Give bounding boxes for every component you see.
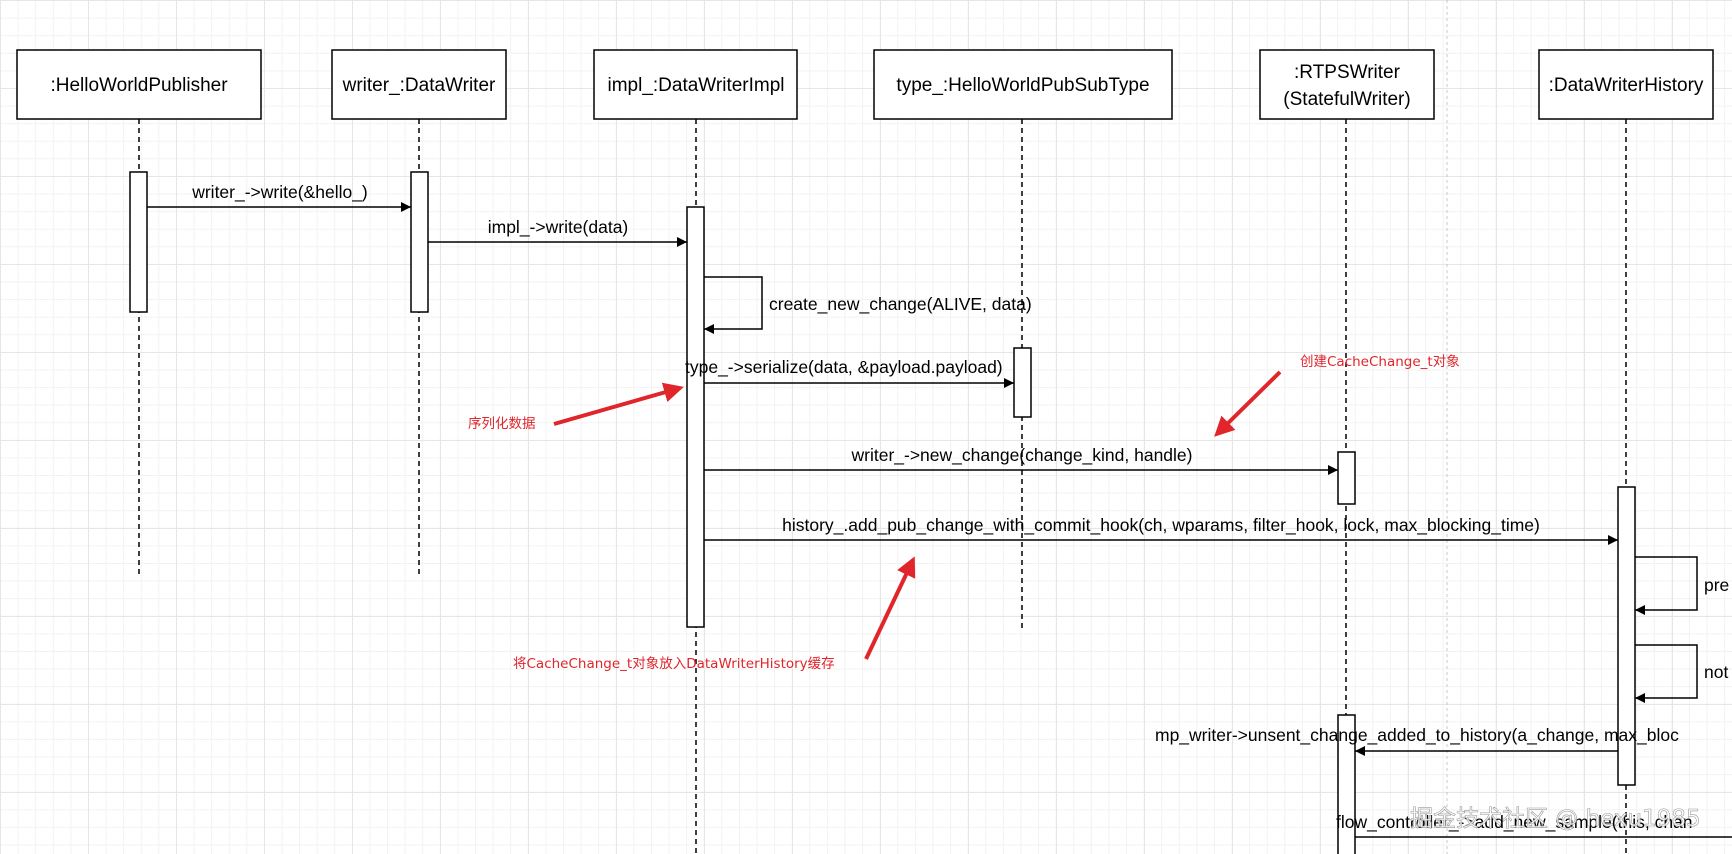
message-arrow-pre [1635,556,1698,615]
message-label-serialize: type_->serialize(data, &payload.payload) [685,357,1003,378]
message-label-new-change: writer_->new_change(change_kind, handle) [851,445,1193,466]
message-label-write: writer_->write(&hello_) [191,182,368,203]
activation-publisher [129,171,148,313]
activation-rtps-1 [1337,451,1356,505]
annotation-history-cache: 将CacheChange_t对象放入DataWriterHistory缓存 [513,656,835,672]
watermark-text: 掘金技术社区 @ hexu1985 [1410,806,1701,832]
participant-publisher-label: :HelloWorldPublisher [50,75,228,96]
participant-type[interactable]: type_:HelloWorldPubSubType [873,49,1173,120]
sequence-diagram: :HelloWorldPublisher writer_:DataWriter … [16,0,1732,854]
message-arrow-create-new-change [704,276,763,334]
participant-rtps-label-line2: (StatefulWriter) [1283,89,1410,110]
message-label-pre: pre [1704,575,1729,595]
participant-rtps[interactable]: :RTPSWriter (StatefulWriter) [1259,49,1435,120]
activation-type [1013,347,1032,418]
activation-impl [686,206,705,628]
annotation-arrow-history-cache [864,556,916,660]
message-label-unsent-change: mp_writer->unsent_change_added_to_histor… [1155,725,1679,746]
participant-writer-label: writer_:DataWriter [342,75,496,96]
participant-history-label: :DataWriterHistory [1549,75,1704,96]
activation-writer [410,171,429,313]
annotation-serialize: 序列化数据 [468,416,536,432]
participant-history[interactable]: :DataWriterHistory [1538,49,1714,120]
message-label-create-new-change: create_new_change(ALIVE, data) [769,294,1032,315]
participant-rtps-label-line1: :RTPSWriter [1294,62,1401,83]
message-arrow-not [1635,644,1698,703]
annotation-arrow-serialize [553,382,684,426]
participant-publisher[interactable]: :HelloWorldPublisher [16,49,262,120]
participant-impl[interactable]: impl_:DataWriterImpl [593,49,798,120]
message-label-impl-write: impl_->write(data) [488,217,629,238]
participant-writer[interactable]: writer_:DataWriter [331,49,507,120]
participant-type-label: type_:HelloWorldPubSubType [896,75,1149,96]
participant-impl-label: impl_:DataWriterImpl [607,75,784,96]
message-label-add-pub-change: history_.add_pub_change_with_commit_hook… [782,515,1540,536]
annotation-arrow-create-cachechange [1214,370,1282,437]
message-label-not: not [1704,662,1728,682]
annotation-create-cachechange: 创建CacheChange_t对象 [1300,354,1460,370]
